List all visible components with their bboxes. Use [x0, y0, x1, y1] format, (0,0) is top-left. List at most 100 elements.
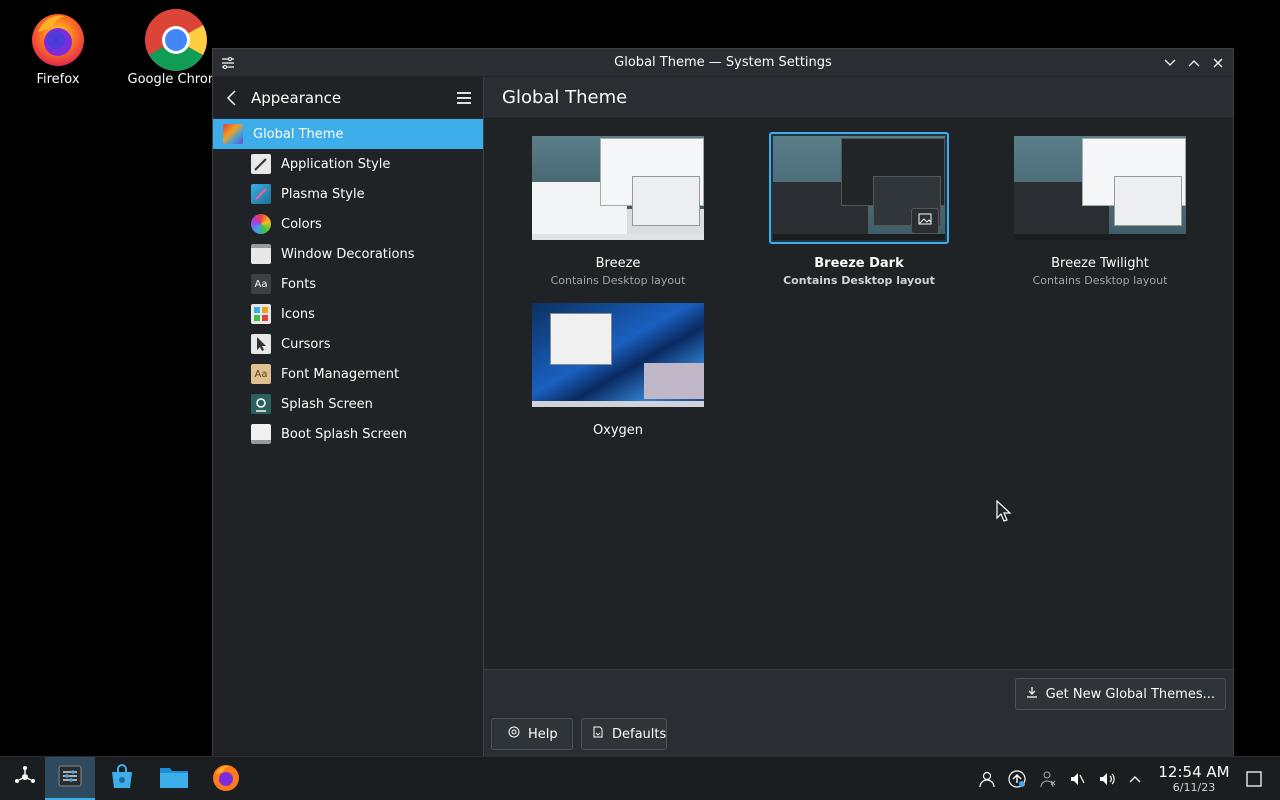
sidebar-item-label: Splash Screen — [281, 396, 373, 412]
sidebar-item-label: Font Management — [281, 366, 400, 382]
theme-name: Breeze — [595, 256, 641, 271]
sidebar-item-icons[interactable]: Icons — [213, 299, 483, 329]
sidebar-item-plasma-style[interactable]: Plasma Style — [213, 179, 483, 209]
sidebar-item-label: Colors — [281, 216, 322, 232]
hamburger-menu-icon[interactable] — [455, 89, 473, 107]
discover-store-icon — [109, 764, 135, 794]
taskbar: 12:54 AM 6/11/23 — [0, 756, 1280, 800]
theme-tile-breeze-twilight[interactable]: Breeze Twilight Contains Desktop layout — [1010, 132, 1190, 287]
theme-grid: Breeze Contains Desktop layout Breeze Da… — [484, 120, 1233, 670]
help-button[interactable]: Help — [491, 718, 573, 750]
sidebar-item-splash-screen[interactable]: Splash Screen — [213, 389, 483, 419]
sidebar-item-font-management[interactable]: Aa Font Management — [213, 359, 483, 389]
back-arrow-icon[interactable] — [223, 89, 241, 107]
taskbar-file-manager[interactable] — [149, 757, 199, 800]
sidebar: Appearance Global Theme Application Styl… — [213, 77, 484, 756]
mouse-cursor-icon — [996, 499, 1012, 526]
button-label: Get New Global Themes... — [1045, 686, 1215, 702]
window-menu-icon[interactable] — [219, 54, 237, 72]
sidebar-item-fonts[interactable]: Aa Fonts — [213, 269, 483, 299]
window-decorations-icon — [251, 244, 271, 264]
firefox-icon — [28, 8, 88, 68]
desktop-icon-label: Google Chrom — [127, 72, 221, 87]
button-label: Help — [528, 726, 558, 742]
main-panel: Global Theme Breeze Contains Desktop lay… — [484, 77, 1233, 756]
theme-name: Breeze Dark — [814, 256, 904, 271]
tray-microphone-muted-icon[interactable] — [1063, 757, 1091, 800]
sidebar-item-cursors[interactable]: Cursors — [213, 329, 483, 359]
defaults-button[interactable]: Defaults — [581, 718, 667, 750]
theme-thumbnail — [1014, 136, 1186, 240]
help-icon — [508, 726, 520, 742]
get-new-themes-button[interactable]: Get New Global Themes... — [1014, 678, 1226, 710]
theme-tile-breeze-dark[interactable]: Breeze Dark Contains Desktop layout — [769, 132, 949, 287]
sidebar-item-label: Global Theme — [253, 126, 344, 142]
desktop-icon-chrome[interactable]: Google Chrom — [124, 8, 224, 87]
firefox-icon — [211, 762, 241, 796]
sidebar-item-global-theme[interactable]: Global Theme — [213, 119, 483, 149]
theme-description: Contains Desktop layout — [1032, 274, 1168, 287]
window-title: Global Theme — System Settings — [614, 55, 832, 70]
clock-time: 12:54 AM — [1158, 763, 1230, 781]
application-launcher[interactable] — [0, 757, 50, 800]
sidebar-item-label: Cursors — [281, 336, 331, 352]
page-title: Global Theme — [484, 77, 1233, 119]
theme-tile-oxygen[interactable]: Oxygen — [528, 299, 708, 438]
taskbar-discover[interactable] — [97, 757, 147, 800]
sidebar-item-label: Window Decorations — [281, 246, 415, 262]
theme-thumbnail — [773, 136, 945, 240]
download-icon — [1026, 686, 1038, 702]
theme-description: Contains Desktop layout — [550, 274, 686, 287]
tray-expand-chevron-icon[interactable] — [1121, 757, 1149, 800]
fonts-icon: Aa — [251, 274, 271, 294]
chrome-icon — [144, 8, 207, 71]
tray-network-icon[interactable] — [1033, 757, 1061, 800]
system-settings-window: Global Theme — System Settings Appearanc… — [212, 48, 1234, 757]
theme-name: Breeze Twilight — [1051, 256, 1149, 271]
theme-name: Oxygen — [592, 423, 644, 438]
sidebar-header: Appearance — [213, 77, 483, 119]
preview-button[interactable] — [911, 208, 939, 234]
tray-user-icon[interactable] — [973, 757, 1001, 800]
maximize-button[interactable] — [1185, 53, 1203, 73]
global-theme-icon — [223, 124, 243, 144]
sidebar-item-label: Application Style — [281, 156, 391, 172]
application-style-icon — [251, 154, 271, 174]
sidebar-item-boot-splash-screen[interactable]: Boot Splash Screen — [213, 419, 483, 449]
clock[interactable]: 12:54 AM 6/11/23 — [1152, 763, 1236, 794]
folder-icon — [159, 764, 189, 794]
theme-thumbnail — [532, 136, 704, 240]
taskbar-system-settings[interactable] — [45, 757, 95, 800]
sidebar-item-label: Boot Splash Screen — [281, 426, 407, 442]
sidebar-item-window-decorations[interactable]: Window Decorations — [213, 239, 483, 269]
colors-icon — [251, 214, 271, 234]
image-preview-icon — [918, 212, 932, 230]
sidebar-item-label: Fonts — [281, 276, 317, 292]
tray-volume-icon[interactable] — [1093, 757, 1121, 800]
sidebar-item-application-style[interactable]: Application Style — [213, 149, 483, 179]
window-titlebar[interactable]: Global Theme — System Settings — [213, 49, 1233, 77]
tray-update-icon[interactable] — [1003, 757, 1031, 800]
launcher-icon — [12, 764, 38, 794]
icons-icon — [251, 304, 271, 324]
sidebar-item-colors[interactable]: Colors — [213, 209, 483, 239]
sidebar-title: Appearance — [251, 88, 342, 107]
cursors-icon — [251, 334, 271, 354]
theme-tile-breeze[interactable]: Breeze Contains Desktop layout — [528, 132, 708, 287]
minimize-button[interactable] — [1161, 53, 1179, 73]
clock-date: 6/11/23 — [1172, 781, 1216, 794]
splash-screen-icon — [251, 394, 271, 414]
taskbar-firefox[interactable] — [201, 757, 251, 800]
close-button[interactable] — [1209, 53, 1227, 73]
footer-bar: Get New Global Themes... Help Defaults — [484, 669, 1233, 756]
theme-description: Contains Desktop layout — [783, 274, 935, 287]
sidebar-item-label: Icons — [281, 306, 315, 322]
defaults-icon — [592, 726, 604, 742]
sidebar-item-label: Plasma Style — [281, 186, 365, 202]
desktop-icon-firefox[interactable]: Firefox — [8, 8, 108, 87]
theme-thumbnail — [532, 303, 704, 407]
show-desktop-button[interactable] — [1240, 757, 1268, 800]
system-settings-icon — [57, 763, 83, 793]
plasma-style-icon — [251, 184, 271, 204]
font-management-icon: Aa — [251, 364, 271, 384]
